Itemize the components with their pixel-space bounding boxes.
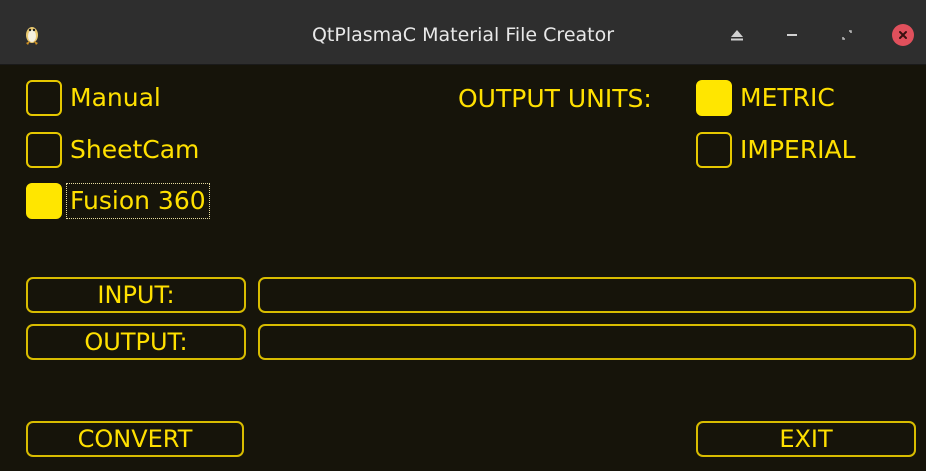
title-bar[interactable]: QtPlasmaC Material File Creator [0, 0, 926, 65]
fusion-360-label[interactable]: Fusion 360 [66, 183, 210, 219]
checkbox-fusion-360[interactable]: Fusion 360 [26, 180, 210, 222]
minimize-icon[interactable] [781, 24, 803, 46]
metric-checkbox-box[interactable] [696, 80, 732, 116]
checkbox-imperial[interactable]: IMPERIAL [696, 129, 856, 171]
sheetcam-checkbox-box[interactable] [26, 132, 62, 168]
output-path-field[interactable] [258, 324, 916, 360]
metric-label[interactable]: METRIC [740, 81, 835, 115]
manual-checkbox-box[interactable] [26, 80, 62, 116]
sheetcam-label[interactable]: SheetCam [70, 133, 199, 167]
checkbox-metric[interactable]: METRIC [696, 77, 835, 119]
restore-icon[interactable] [836, 24, 858, 46]
exit-button[interactable]: EXIT [696, 421, 916, 457]
convert-button[interactable]: CONVERT [26, 421, 244, 457]
main-panel: Manual SheetCam Fusion 360 OUTPUT UNITS:… [0, 65, 926, 471]
imperial-label[interactable]: IMPERIAL [740, 133, 856, 167]
material-file-creator-window: QtPlasmaC Material File Creator Manual S… [0, 0, 926, 471]
eject-icon[interactable] [726, 24, 748, 46]
output-button[interactable]: OUTPUT: [26, 324, 246, 360]
manual-label[interactable]: Manual [70, 81, 161, 115]
fusion-360-checkbox-box[interactable] [26, 183, 62, 219]
imperial-checkbox-box[interactable] [696, 132, 732, 168]
close-icon[interactable] [892, 24, 914, 46]
output-units-label: OUTPUT UNITS: [458, 84, 652, 113]
checkbox-manual[interactable]: Manual [26, 77, 161, 119]
input-button[interactable]: INPUT: [26, 277, 246, 313]
input-path-field[interactable] [258, 277, 916, 313]
checkbox-sheetcam[interactable]: SheetCam [26, 129, 199, 171]
